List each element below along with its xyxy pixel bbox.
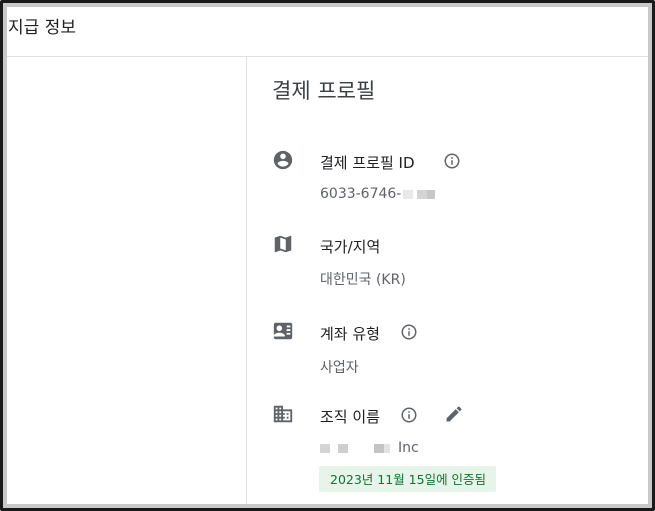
info-icon[interactable] bbox=[400, 406, 418, 424]
map-icon bbox=[272, 233, 294, 255]
page-header: 지급 정보 bbox=[7, 7, 648, 57]
billing-profile-id-text: 6033-6746- bbox=[320, 186, 402, 202]
organization-name-row: 조직 이름 Inc 2023년 11월 15일에 인증됨 bbox=[247, 399, 648, 499]
page-title: 지급 정보 bbox=[8, 18, 76, 38]
organization-name-suffix: Inc bbox=[398, 440, 419, 456]
billing-profile-id-value: 6033-6746- bbox=[320, 186, 436, 202]
organization-name-label: 조직 이름 bbox=[320, 408, 380, 426]
country-region-value: 대한민국 (KR) bbox=[320, 272, 406, 288]
redacted-block bbox=[320, 443, 330, 453]
country-region-label: 국가/지역 bbox=[320, 238, 381, 256]
organization-name-value: Inc bbox=[320, 440, 419, 456]
business-icon bbox=[272, 403, 294, 425]
redacted-block bbox=[338, 443, 348, 453]
country-region-row: 국가/지역 대한민국 (KR) bbox=[247, 229, 648, 289]
redacted-block bbox=[384, 443, 390, 453]
billing-profile-id-row: 결제 프로필 ID 6033-6746- bbox=[247, 145, 648, 205]
billing-profile-id-label: 결제 프로필 ID bbox=[320, 154, 415, 172]
account-type-value: 사업자 bbox=[320, 360, 359, 376]
info-icon[interactable] bbox=[400, 323, 418, 341]
redacted-block bbox=[374, 443, 384, 453]
account-type-row: 계좌 유형 사업자 bbox=[247, 316, 648, 376]
info-icon[interactable] bbox=[443, 152, 461, 170]
edit-icon[interactable] bbox=[444, 404, 464, 424]
redacted-block bbox=[427, 189, 436, 199]
page: 지급 정보 결제 프로필 결제 프로필 ID 6033-6746- 국가/지역 … bbox=[7, 7, 648, 504]
account-type-label: 계좌 유형 bbox=[320, 325, 380, 343]
left-panel bbox=[7, 57, 247, 504]
account-circle-icon bbox=[272, 149, 294, 171]
verified-badge: 2023년 11월 15일에 인증됨 bbox=[319, 466, 497, 492]
billing-profile-panel: 결제 프로필 결제 프로필 ID 6033-6746- 국가/지역 대한민국 (… bbox=[247, 57, 648, 504]
section-title: 결제 프로필 bbox=[272, 79, 376, 103]
contact-card-icon bbox=[272, 320, 294, 342]
redacted-block bbox=[417, 189, 428, 199]
redacted-block bbox=[403, 189, 414, 199]
